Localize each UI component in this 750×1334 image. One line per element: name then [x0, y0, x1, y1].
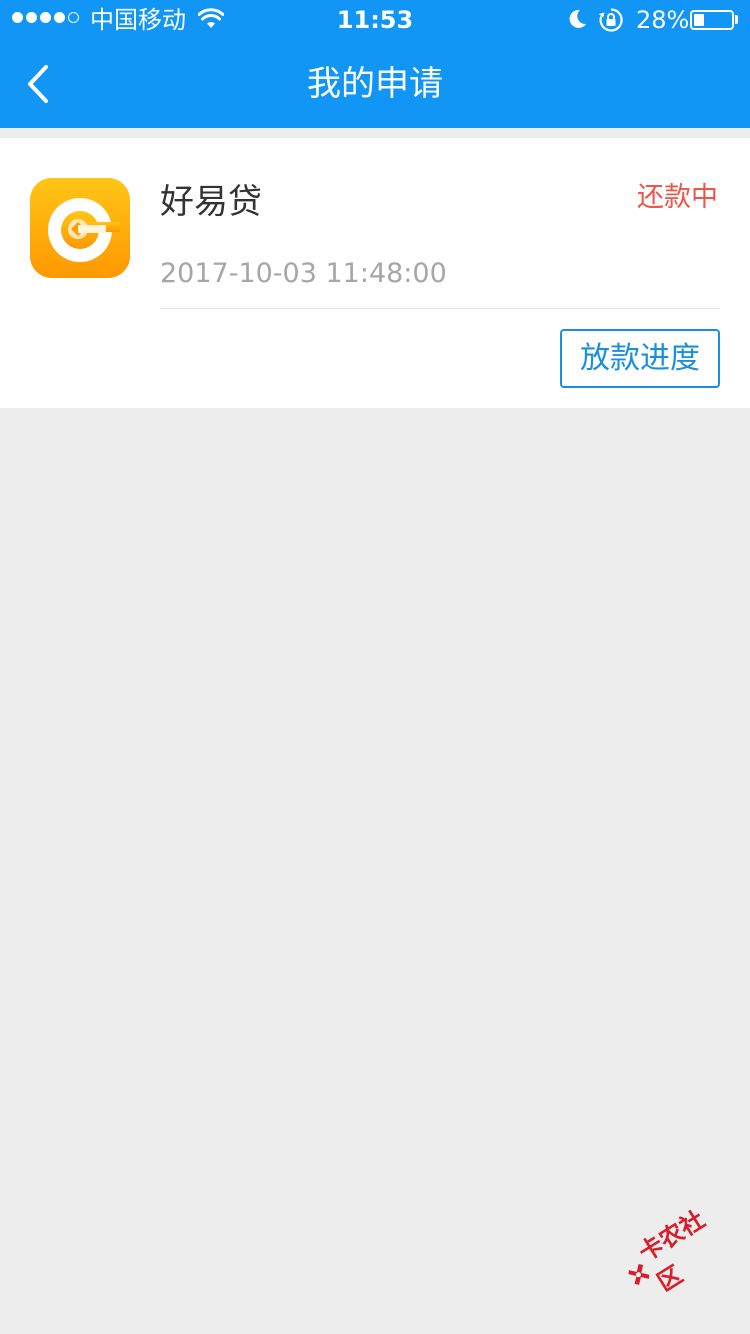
watermark: 卡农社区 [611, 1197, 735, 1310]
screen: 中国移动 11:53 28% 我的申请 好易贷 还款中 2017-10-03 1… [0, 0, 750, 1334]
battery-fill [694, 14, 704, 26]
battery-icon [690, 10, 734, 30]
battery-tip [735, 15, 738, 24]
hao-yi-dai-app-icon [30, 178, 130, 278]
nav-bar: 我的申请 [0, 40, 750, 128]
page-title: 我的申请 [307, 64, 443, 104]
status-badge: 还款中 [637, 182, 718, 213]
divider [160, 308, 720, 309]
loan-progress-button[interactable]: 放款进度 [560, 329, 720, 388]
battery-percent: 28% [636, 6, 690, 34]
moon-icon [566, 8, 588, 36]
app-name: 好易贷 [160, 182, 262, 222]
rotation-lock-icon [598, 7, 624, 39]
application-time: 2017-10-03 11:48:00 [160, 258, 447, 289]
status-bar: 中国移动 11:53 28% [0, 0, 750, 40]
application-card: 好易贷 还款中 2017-10-03 11:48:00 放款进度 [0, 138, 750, 408]
